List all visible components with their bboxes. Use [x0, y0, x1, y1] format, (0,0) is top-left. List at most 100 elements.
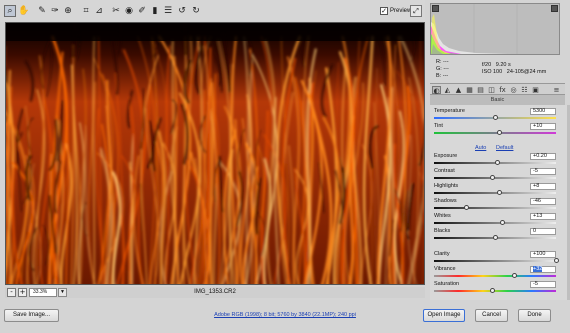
lens-info: ISO 100 24-105@24 mm — [482, 69, 547, 75]
slider-tint: Tint +10 — [430, 123, 562, 137]
camera-calibration-tab-icon[interactable]: ◎ — [509, 86, 518, 94]
slider-thumb[interactable] — [494, 160, 500, 165]
slider-highlights: Highlights +8 — [430, 183, 562, 197]
slider-value-field[interactable]: +8 — [530, 183, 556, 190]
slider-contrast: Contrast -5 — [430, 168, 562, 182]
slider-track[interactable] — [434, 192, 556, 194]
slider-value-field[interactable]: +10 — [530, 123, 556, 130]
slider-thumb[interactable] — [490, 175, 496, 180]
panel-tabs: ◐ ◭ ▲ ▦ ▤ ◫ fx ◎ ☷ ▣ ≡ — [430, 83, 565, 95]
slider-thumb[interactable] — [553, 258, 559, 263]
default-link[interactable]: Default — [496, 145, 513, 151]
adjustment-brush-icon[interactable]: ✐ — [136, 5, 148, 17]
footer: Save Image... Adobe RGB (1998); 8 bit; 5… — [0, 305, 570, 333]
targeted-adjustment-icon[interactable]: ⊕ — [62, 5, 74, 17]
preferences-icon[interactable]: ☰ — [162, 5, 174, 17]
tone-curve-tab-icon[interactable]: ◭ — [443, 86, 452, 94]
slider-thumb[interactable] — [497, 190, 503, 195]
slider-value-text: -46 — [533, 198, 541, 204]
slider-thumb[interactable] — [512, 273, 518, 278]
white-balance-icon[interactable]: ✎ — [36, 5, 48, 17]
rotate-right-icon[interactable]: ↻ — [190, 5, 202, 17]
slider-clarity: Clarity +100 — [430, 251, 562, 265]
zoom-icon[interactable]: ⌕ — [4, 5, 16, 17]
slider-track[interactable] — [434, 132, 556, 134]
slider-thumb[interactable] — [492, 115, 498, 120]
fullscreen-icon[interactable]: ⤢ — [410, 5, 422, 17]
hsl-tab-icon[interactable]: ▦ — [465, 86, 474, 94]
slider-value-field[interactable]: +13 — [530, 213, 556, 220]
slider-label: Contrast — [434, 168, 455, 174]
slider-value-text: +0.20 — [533, 153, 547, 159]
highlight-clipping-toggle[interactable] — [551, 5, 558, 12]
done-button[interactable]: Done — [518, 309, 551, 322]
r-label: R: --- — [436, 59, 449, 65]
slider-label: Tint — [434, 123, 443, 129]
hand-icon[interactable]: ✋ — [18, 5, 30, 17]
red-eye-icon[interactable]: ◉ — [123, 5, 135, 17]
cancel-button[interactable]: Cancel — [475, 309, 508, 322]
slider-value-text: +13 — [533, 213, 543, 219]
slider-thumb[interactable] — [497, 130, 503, 135]
slider-value-field[interactable]: 5300 — [530, 108, 556, 115]
panel-menu-icon[interactable]: ≡ — [552, 86, 561, 94]
slider-value-field[interactable]: -46 — [530, 198, 556, 205]
slider-temperature: Temperature 5300 — [430, 108, 562, 122]
slider-value-field[interactable]: +0.20 — [530, 153, 556, 160]
slider-thumb[interactable] — [490, 288, 496, 293]
auto-link[interactable]: Auto — [475, 145, 486, 151]
slider-track[interactable] — [434, 260, 556, 262]
slider-thumb[interactable] — [464, 205, 470, 210]
slider-value-field[interactable]: 0 — [530, 228, 556, 235]
toolbar: ⌕ ✋ ✎ ✑ ⊕ ⌗ ⊿ ✂ ◉ ✐ ▮ ☰ ↺ ↻ ✓ Preview ⤢ — [0, 0, 425, 22]
b-label: B: --- — [436, 73, 449, 79]
slider-label: Temperature — [434, 108, 465, 114]
slider-value-text: +8 — [533, 183, 540, 189]
exposure-info: f/20 9.20 s — [482, 62, 511, 68]
slider-blacks: Blacks 0 — [430, 228, 562, 242]
rotate-left-icon[interactable]: ↺ — [176, 5, 188, 17]
slider-label: Blacks — [434, 228, 451, 234]
lens-corrections-tab-icon[interactable]: ◫ — [487, 86, 496, 94]
slider-shadows: Shadows -46 — [430, 198, 562, 212]
slider-value-field[interactable]: +32 — [530, 266, 556, 273]
slider-thumb[interactable] — [492, 235, 498, 240]
preview-checkbox[interactable]: ✓ — [380, 7, 388, 15]
slider-value-text: -5 — [533, 281, 538, 287]
spot-removal-icon[interactable]: ✂ — [110, 5, 122, 17]
slider-value-text: 5300 — [533, 108, 546, 114]
slider-value-text: +10 — [533, 123, 543, 129]
open-image-button[interactable]: Open Image — [423, 309, 465, 322]
slider-value-text: +32 — [533, 266, 543, 272]
camera-info: R: --- G: --- B: --- f/20 9.20 s ISO 100… — [430, 57, 560, 83]
slider-thumb[interactable] — [499, 220, 505, 225]
slider-value-field[interactable]: +100 — [530, 251, 556, 258]
image-preview[interactable] — [5, 22, 425, 285]
presets-tab-icon[interactable]: ☷ — [520, 86, 529, 94]
slider-value-text: 0 — [533, 228, 537, 234]
g-label: G: --- — [436, 66, 449, 72]
straighten-icon[interactable]: ⊿ — [93, 5, 105, 17]
preview-label: Preview — [390, 8, 412, 14]
slider-track[interactable] — [434, 207, 556, 209]
shadow-clipping-toggle[interactable] — [432, 5, 439, 12]
split-toning-tab-icon[interactable]: ▤ — [476, 86, 485, 94]
color-sampler-icon[interactable]: ✑ — [49, 5, 61, 17]
zoom-bar: - + 33.3% ▼ IMG_1353.CR2 — [5, 287, 425, 298]
fire-image — [6, 23, 424, 284]
snapshots-tab-icon[interactable]: ▣ — [531, 86, 540, 94]
detail-tab-icon[interactable]: ▲ — [454, 86, 463, 94]
slider-value-field[interactable]: -5 — [530, 168, 556, 175]
slider-value-field[interactable]: -5 — [530, 281, 556, 288]
crop-icon[interactable]: ⌗ — [80, 5, 92, 17]
slider-exposure: Exposure +0.20 — [430, 153, 562, 167]
slider-value-text: +100 — [533, 251, 546, 257]
graduated-filter-icon[interactable]: ▮ — [149, 5, 161, 17]
basic-tab-icon[interactable]: ◐ — [432, 86, 441, 95]
slider-value-text: -5 — [533, 168, 538, 174]
slider-track[interactable] — [434, 275, 556, 277]
effects-tab-icon[interactable]: fx — [498, 86, 507, 94]
slider-label: Saturation — [434, 281, 460, 287]
slider-label: Vibrance — [434, 266, 456, 272]
slider-track[interactable] — [434, 222, 556, 224]
